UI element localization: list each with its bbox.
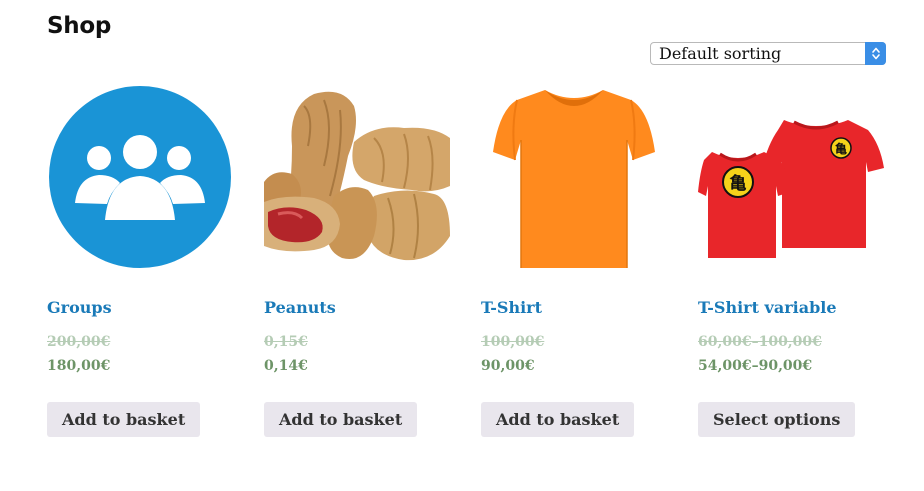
peanuts-photo[interactable] (264, 86, 450, 272)
add-to-basket-button[interactable]: Add to basket (47, 402, 201, 437)
svg-text:亀: 亀 (730, 173, 747, 194)
groups-people-icon[interactable] (47, 86, 233, 272)
product-card: Groups 200,00€ 180,00€ Add to basket (47, 86, 233, 437)
product-card: 亀 亀 T-Shirt variable 60,00€–100,00€ 54,0… (698, 86, 884, 437)
regular-price: 100,00€ (481, 334, 545, 350)
sale-price: 180,00€ (47, 358, 111, 374)
product-card: T-Shirt 100,00€ 90,00€ Add to basket (481, 86, 667, 437)
svg-text:亀: 亀 (835, 141, 847, 156)
sale-price: 0,14€ (264, 358, 308, 374)
regular-price: 60,00€–100,00€ (698, 334, 822, 350)
add-to-basket-button[interactable]: Add to basket (481, 402, 635, 437)
product-name[interactable]: T-Shirt (481, 298, 542, 317)
select-options-button[interactable]: Select options (698, 402, 856, 437)
sale-price: 54,00€–90,00€ (698, 358, 813, 374)
regular-price: 200,00€ (47, 334, 111, 350)
red-tshirts[interactable]: 亀 亀 (698, 86, 884, 272)
updown-arrows-icon (865, 42, 886, 65)
sort-select[interactable]: Default sorting (650, 42, 886, 65)
regular-price: 0,15€ (264, 334, 308, 350)
page-title: Shop (47, 13, 112, 39)
product-name[interactable]: Groups (47, 298, 112, 317)
product-name[interactable]: Peanuts (264, 298, 336, 317)
sort-select-value: Default sorting (659, 44, 782, 63)
orange-tshirt[interactable] (481, 86, 667, 272)
product-name[interactable]: T-Shirt variable (698, 298, 837, 317)
add-to-basket-button[interactable]: Add to basket (264, 402, 418, 437)
sale-price: 90,00€ (481, 358, 535, 374)
product-card: Peanuts 0,15€ 0,14€ Add to basket (264, 86, 450, 437)
